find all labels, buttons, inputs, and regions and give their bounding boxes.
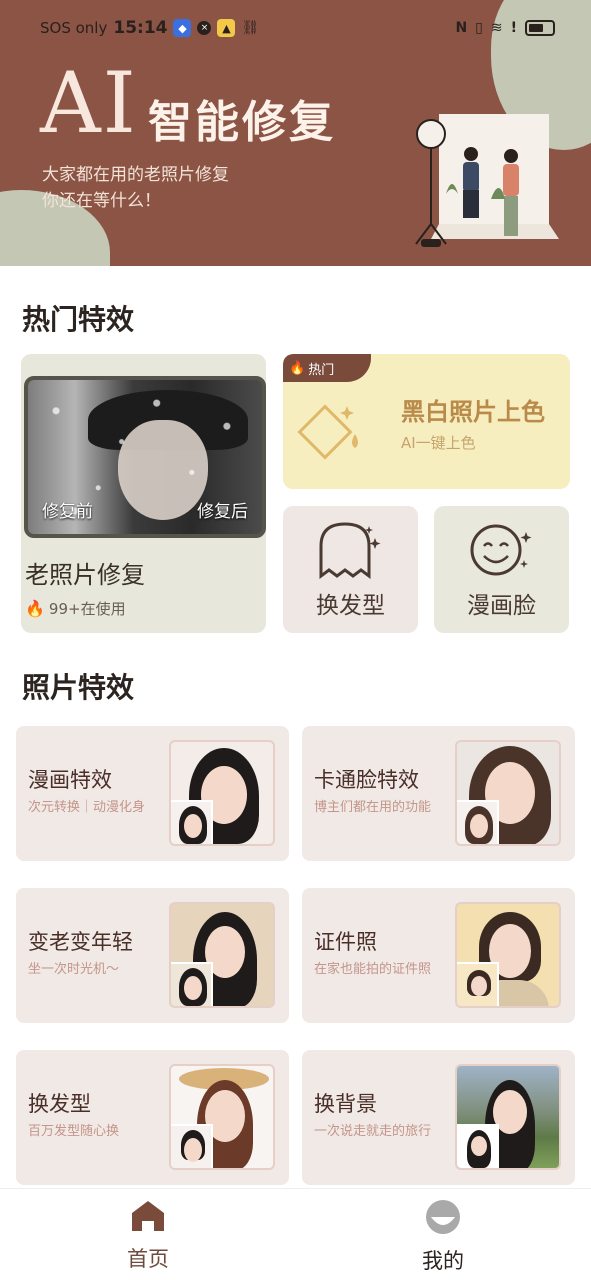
effect-subtitle: 在家也能拍的证件照 [314, 962, 432, 977]
effect-title: 卡通脸特效 [314, 768, 419, 792]
effect-card-age[interactable]: 变老变年轻 坐一次时光机～ [16, 888, 289, 1023]
alert-icon: ! [510, 20, 517, 36]
effect-title: 换发型 [28, 1092, 91, 1116]
effect-thumbnail [457, 1124, 499, 1168]
nav-home[interactable]: 首页 [88, 1199, 208, 1273]
cartoon-face-card[interactable]: 漫画脸 [434, 506, 569, 633]
effect-card-id-photo[interactable]: 证件照 在家也能拍的证件照 [302, 888, 575, 1023]
card-title: 老照片修复 [25, 561, 145, 589]
effect-preview-image [455, 740, 561, 846]
effect-card-cartoon-face[interactable]: 卡通脸特效 博主们都在用的功能 [302, 726, 575, 861]
effect-subtitle: 一次说走就走的旅行 [314, 1124, 432, 1139]
effect-subtitle: 百万发型随心换 [28, 1124, 120, 1139]
card-title: 黑白照片上色 [401, 397, 545, 426]
carrier-text: SOS only [40, 19, 108, 37]
paint-bucket-icon [297, 404, 358, 460]
effect-thumbnail [457, 962, 499, 1006]
thumb-face [184, 814, 202, 838]
smile-face-icon [470, 524, 532, 576]
nav-mine-label: 我的 [422, 1249, 464, 1273]
hero-title: 智能修复 [148, 97, 336, 148]
usage-text: 99+在使用 [48, 600, 126, 618]
effect-title: 变老变年轻 [28, 930, 133, 954]
effect-preview-image [455, 1064, 561, 1170]
hero-subtitle: 你还在等什么！ [42, 191, 161, 211]
nav-home-label: 首页 [127, 1247, 169, 1271]
ghost-hair-icon [319, 522, 381, 579]
thumb-face [470, 814, 488, 838]
card-title: 漫画脸 [467, 593, 536, 619]
clock: 15:14 [113, 18, 168, 38]
thumb-face [471, 1136, 487, 1156]
usage-count: 🔥 99+在使用 [25, 598, 126, 619]
hero-title-ai: AI [40, 54, 138, 152]
after-label: 修复后 [197, 502, 248, 522]
thumb-face [184, 976, 202, 1000]
effect-title: 换背景 [314, 1092, 377, 1116]
card-subtitle: AI一键上色 [401, 434, 476, 452]
hot-badge: 🔥 热门 [283, 354, 371, 382]
wifi-icon: ≋ [490, 20, 503, 36]
card-title: 换发型 [316, 593, 385, 619]
effect-title: 漫画特效 [28, 768, 112, 792]
effect-card-comic[interactable]: 漫画特效 次元转换｜动漫化身 [16, 726, 289, 861]
bottom-nav: 首页 我的 [0, 1188, 591, 1280]
section-title-text: 热门特效 [22, 303, 135, 336]
home-icon [132, 1201, 164, 1231]
fire-icon: 🔥 [25, 599, 45, 618]
colorize-card[interactable]: 🔥 热门 黑白照片上色 AI一键上色 [283, 354, 570, 489]
thumb-face [471, 976, 487, 996]
effect-thumbnail [171, 1124, 213, 1168]
profile-icon [426, 1200, 460, 1234]
nav-mine[interactable]: 我的 [383, 1199, 503, 1275]
shield-app-icon: ◆ [173, 19, 192, 37]
effect-card-background[interactable]: 换背景 一次说走就走的旅行 [302, 1050, 575, 1185]
vibrate-icon: ▯ [475, 20, 483, 36]
before-after-preview: 修复前 修复后 [24, 376, 266, 538]
hairstyle-card[interactable]: 换发型 [283, 506, 418, 633]
app-notification-icon: ▲ [217, 19, 236, 37]
effect-preview-image [455, 902, 561, 1008]
nfc-icon: N [455, 20, 468, 36]
security-icon: × [197, 21, 212, 35]
section-title-hot: 热门特效 [22, 298, 162, 338]
fire-icon: 🔥 [289, 360, 306, 376]
header-banner: SOS only 15:14 ◆ × ▲ ⛓ N ▯ ≋ ! AI 智能修复 大… [0, 0, 591, 266]
hot-badge-text: 热门 [308, 362, 335, 378]
effect-subtitle: 博主们都在用的功能 [314, 800, 432, 815]
effect-preview-image [169, 902, 275, 1008]
status-bar: SOS only 15:14 ◆ × ▲ ⛓ N ▯ ≋ ! [0, 18, 591, 48]
old-photo-restore-card[interactable]: 修复前 修复后 老照片修复 🔥 99+在使用 [21, 354, 266, 633]
thumb-face [184, 1138, 202, 1162]
effect-title: 证件照 [314, 930, 377, 954]
effect-thumbnail [171, 800, 213, 844]
before-label: 修复前 [42, 502, 93, 522]
section-title-text: 照片特效 [22, 671, 135, 704]
effect-subtitle: 坐一次时光机～ [28, 962, 120, 977]
effect-thumbnail [457, 800, 499, 844]
effect-preview-image [169, 1064, 275, 1170]
effect-subtitle: 次元转换｜动漫化身 [28, 800, 146, 815]
battery-icon [525, 20, 555, 36]
section-title-photo: 照片特效 [22, 666, 162, 706]
effect-card-hairstyle[interactable]: 换发型 百万发型随心换 [16, 1050, 289, 1185]
effect-preview-image [169, 740, 275, 846]
effect-thumbnail [171, 962, 213, 1006]
photo-studio-illustration [415, 114, 559, 247]
hero-subtitle: 大家都在用的老照片修复 [42, 165, 229, 185]
link-icon: ⛓ [241, 20, 260, 36]
